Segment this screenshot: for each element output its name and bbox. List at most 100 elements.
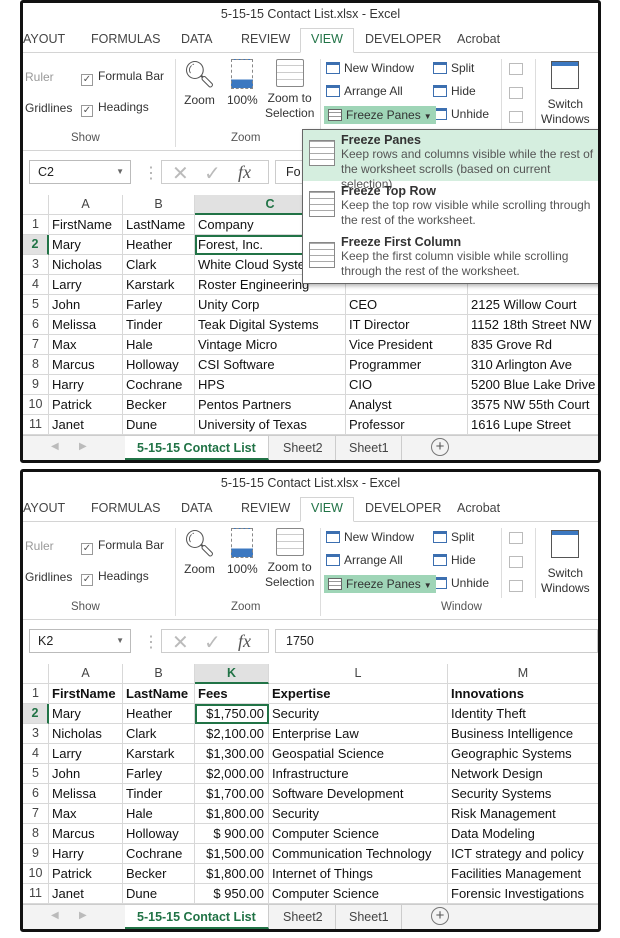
row-header[interactable]: 3 <box>23 255 49 275</box>
side-by-side-icon[interactable] <box>509 532 523 544</box>
tab-data[interactable]: DATA <box>181 501 212 515</box>
reset-position-icon[interactable] <box>509 111 523 123</box>
add-sheet-icon[interactable]: + <box>431 907 449 925</box>
cell-A8[interactable]: Marcus <box>49 824 123 844</box>
cell-B6[interactable]: Tinder <box>123 315 195 335</box>
sheet-tab[interactable]: 5-15-15 Contact List <box>125 436 269 460</box>
tab-formulas[interactable]: FORMULAS <box>91 32 160 46</box>
cell-K11[interactable]: $ 950.00 <box>195 884 269 904</box>
cell-C6[interactable]: Teak Digital Systems <box>195 315 346 335</box>
tab-developer[interactable]: DEVELOPER <box>365 32 441 46</box>
formula-bar-checkbox[interactable]: ✓ Formula Bar <box>81 69 164 86</box>
cell-A7[interactable]: Max <box>49 335 123 355</box>
cell-A1[interactable]: FirstName <box>49 215 123 235</box>
tab-ayout[interactable]: AYOUT <box>23 501 65 515</box>
cell-B7[interactable]: Hale <box>123 804 195 824</box>
zoom-100-button[interactable]: 100% <box>227 59 258 107</box>
row-header[interactable]: 10 <box>23 864 49 884</box>
cell-A4[interactable]: Larry <box>49 275 123 295</box>
row-header[interactable]: 11 <box>23 415 49 435</box>
tab-view[interactable]: VIEW <box>300 28 354 53</box>
cell-L7[interactable]: Security <box>269 804 448 824</box>
cell-B4[interactable]: Karstark <box>123 744 195 764</box>
row-header[interactable]: 7 <box>23 335 49 355</box>
row-header[interactable]: 2 <box>23 235 49 255</box>
row-header[interactable]: 8 <box>23 824 49 844</box>
cell-A5[interactable]: John <box>49 295 123 315</box>
cell-B7[interactable]: Hale <box>123 335 195 355</box>
ruler-option[interactable]: Ruler <box>25 539 54 553</box>
column-header-M[interactable]: M <box>448 664 598 684</box>
cell-L2[interactable]: Security <box>269 704 448 724</box>
cell-A11[interactable]: Janet <box>49 415 123 435</box>
row-header[interactable]: 6 <box>23 784 49 804</box>
cell-B5[interactable]: Farley <box>123 295 195 315</box>
zoom-button[interactable]: 🔍︎ Zoom <box>183 59 216 107</box>
menu-item-freeze-panes[interactable]: Freeze Panes Keep rows and columns visibl… <box>303 130 598 191</box>
cell-E5[interactable]: 2125 Willow Court <box>468 295 598 315</box>
cell-D7[interactable]: Vice President <box>346 335 468 355</box>
new-window-button[interactable]: New Window <box>326 530 414 544</box>
hide-button[interactable]: Hide <box>433 84 476 98</box>
cell-C9[interactable]: HPS <box>195 375 346 395</box>
tab-data[interactable]: DATA <box>181 32 212 46</box>
cell-L6[interactable]: Software Development <box>269 784 448 804</box>
cell-K4[interactable]: $1,300.00 <box>195 744 269 764</box>
column-header-A[interactable]: A <box>49 664 123 684</box>
cell-A3[interactable]: Nicholas <box>49 255 123 275</box>
cell-L9[interactable]: Communication Technology <box>269 844 448 864</box>
split-button[interactable]: Split <box>433 530 474 544</box>
cell-L3[interactable]: Enterprise Law <box>269 724 448 744</box>
cell-A5[interactable]: John <box>49 764 123 784</box>
column-header-B[interactable]: B <box>123 664 195 684</box>
cell-M10[interactable]: Facilities Management <box>448 864 598 884</box>
cell-L11[interactable]: Computer Science <box>269 884 448 904</box>
zoom-to-selection-button[interactable]: Zoom to Selection <box>265 528 314 590</box>
column-header-L[interactable]: L <box>269 664 448 684</box>
row-header[interactable]: 1 <box>23 215 49 235</box>
cell-A10[interactable]: Patrick <box>49 395 123 415</box>
cell-A1[interactable]: FirstName <box>49 684 123 704</box>
cell-B3[interactable]: Clark <box>123 724 195 744</box>
cell-A4[interactable]: Larry <box>49 744 123 764</box>
cell-D8[interactable]: Programmer <box>346 355 468 375</box>
cell-B11[interactable]: Dune <box>123 415 195 435</box>
tab-acrobat[interactable]: Acrobat <box>457 32 500 46</box>
cell-M5[interactable]: Network Design <box>448 764 598 784</box>
cell-K1[interactable]: Fees <box>195 684 269 704</box>
cell-L8[interactable]: Computer Science <box>269 824 448 844</box>
cell-A3[interactable]: Nicholas <box>49 724 123 744</box>
cell-B8[interactable]: Holloway <box>123 824 195 844</box>
row-header[interactable]: 3 <box>23 724 49 744</box>
name-box[interactable]: C2 ▼ <box>29 160 131 184</box>
row-header[interactable]: 5 <box>23 295 49 315</box>
zoom-to-selection-button[interactable]: Zoom to Selection <box>265 59 314 121</box>
add-sheet-icon[interactable]: + <box>431 438 449 456</box>
cell-B1[interactable]: LastName <box>123 215 195 235</box>
row-header[interactable]: 9 <box>23 375 49 395</box>
tab-developer[interactable]: DEVELOPER <box>365 501 441 515</box>
cell-A8[interactable]: Marcus <box>49 355 123 375</box>
cell-K6[interactable]: $1,700.00 <box>195 784 269 804</box>
tab-review[interactable]: REVIEW <box>241 501 290 515</box>
sheet-tab[interactable]: 5-15-15 Contact List <box>125 905 269 929</box>
hide-button[interactable]: Hide <box>433 553 476 567</box>
cell-L4[interactable]: Geospatial Science <box>269 744 448 764</box>
cell-E11[interactable]: 1616 Lupe Street <box>468 415 598 435</box>
cell-K3[interactable]: $2,100.00 <box>195 724 269 744</box>
cell-B5[interactable]: Farley <box>123 764 195 784</box>
freeze-panes-button[interactable]: Freeze Panes ▼ <box>324 575 436 593</box>
gridlines-option[interactable]: Gridlines <box>25 570 72 584</box>
sheet-tab[interactable]: Sheet1 <box>337 905 402 929</box>
cell-E7[interactable]: 835 Grove Rd <box>468 335 598 355</box>
row-header[interactable]: 2 <box>23 704 49 724</box>
cell-M3[interactable]: Business Intelligence <box>448 724 598 744</box>
name-box[interactable]: K2 ▼ <box>29 629 131 653</box>
side-by-side-icon[interactable] <box>509 63 523 75</box>
arrange-all-button[interactable]: Arrange All <box>326 553 403 567</box>
row-header[interactable]: 5 <box>23 764 49 784</box>
cell-B10[interactable]: Becker <box>123 864 195 884</box>
scroll-left-icon[interactable]: ◀ <box>51 441 59 452</box>
sheet-tab[interactable]: Sheet2 <box>271 905 336 929</box>
switch-windows-button[interactable]: Switch Windows <box>541 530 590 596</box>
